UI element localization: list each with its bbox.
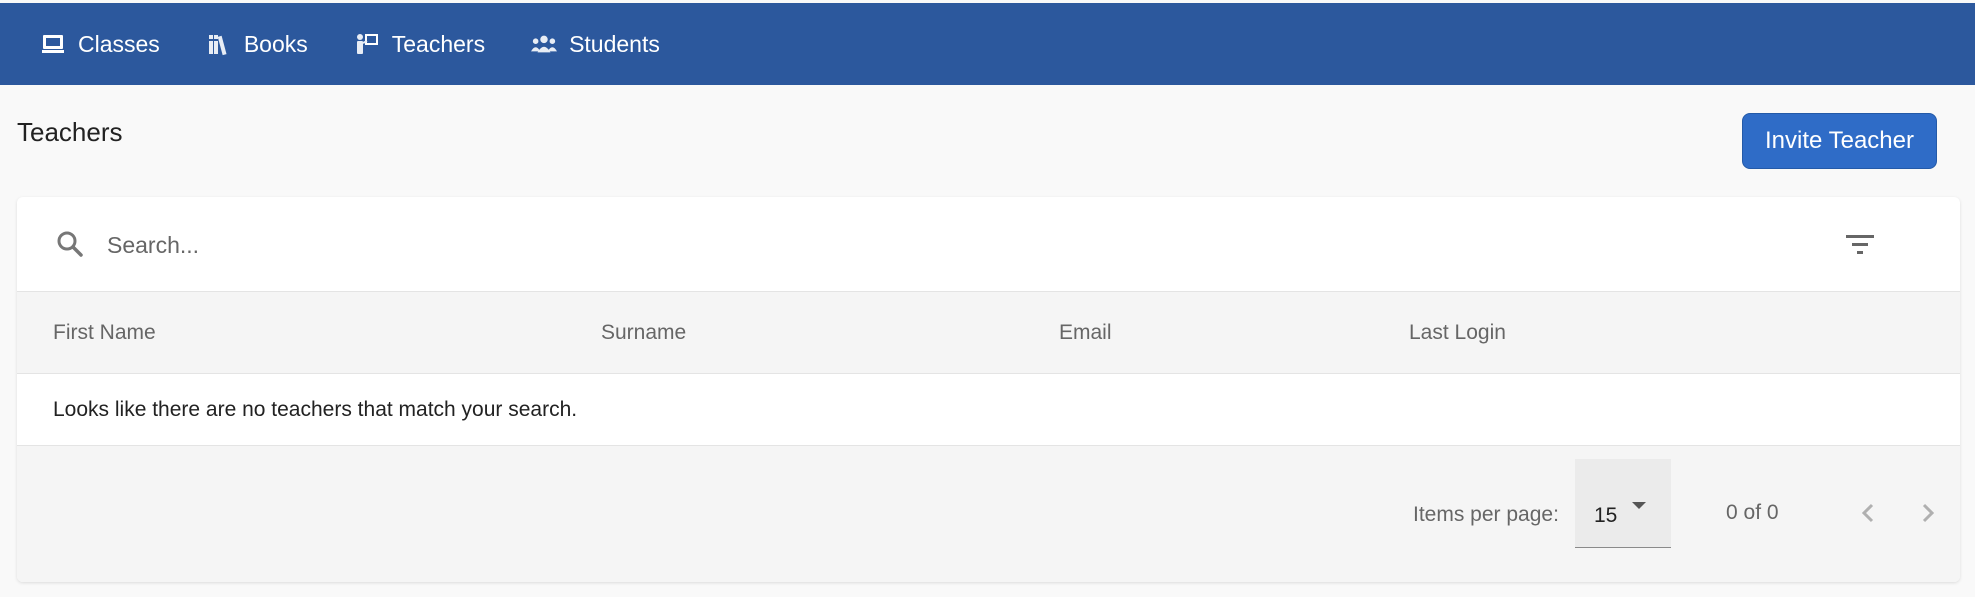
search-icon [55, 229, 85, 259]
students-icon [531, 31, 558, 57]
classroom-icon [40, 31, 66, 57]
books-icon [206, 31, 232, 57]
nav-item-classes[interactable]: Classes [40, 14, 160, 74]
teacher-icon [354, 31, 380, 57]
next-page-button[interactable] [1913, 498, 1943, 528]
page-range-label: 0 of 0 [1726, 501, 1779, 524]
table-header: First Name Surname Email Last Login [17, 292, 1960, 374]
column-header-first-name[interactable]: First Name [53, 321, 156, 345]
chevron-left-icon [1861, 503, 1874, 523]
invite-teacher-button[interactable]: Invite Teacher [1742, 113, 1937, 169]
search-input[interactable] [105, 222, 1709, 268]
top-navbar: Classes Books Teachers Students [0, 3, 1975, 85]
column-header-last-login[interactable]: Last Login [1409, 321, 1506, 345]
items-per-page-value: 15 [1594, 504, 1618, 527]
empty-state-message: Looks like there are no teachers that ma… [53, 398, 578, 421]
filter-icon[interactable] [1843, 229, 1877, 259]
paginator: Items per page: 15 0 of 0 [17, 446, 1960, 582]
nav-item-teachers[interactable]: Teachers [354, 14, 485, 74]
items-per-page-select[interactable]: 15 [1575, 459, 1671, 548]
dropdown-arrow-icon [1632, 502, 1646, 509]
empty-state-row: Looks like there are no teachers that ma… [17, 374, 1960, 446]
search-bar [17, 197, 1960, 292]
previous-page-button[interactable] [1853, 498, 1883, 528]
nav-label-classes: Classes [78, 30, 160, 57]
nav-label-teachers: Teachers [391, 30, 486, 57]
nav-item-students[interactable]: Students [531, 14, 660, 74]
page-title: Teachers [17, 117, 123, 147]
nav-item-books[interactable]: Books [206, 14, 308, 74]
chevron-right-icon [1922, 503, 1935, 523]
items-per-page-label: Items per page: [1413, 503, 1559, 526]
column-header-surname[interactable]: Surname [601, 321, 686, 345]
teachers-table-card: First Name Surname Email Last Login Look… [17, 197, 1960, 582]
column-header-email[interactable]: Email [1059, 321, 1112, 345]
nav-label-books: Books [243, 30, 308, 57]
nav-label-students: Students [569, 30, 660, 57]
